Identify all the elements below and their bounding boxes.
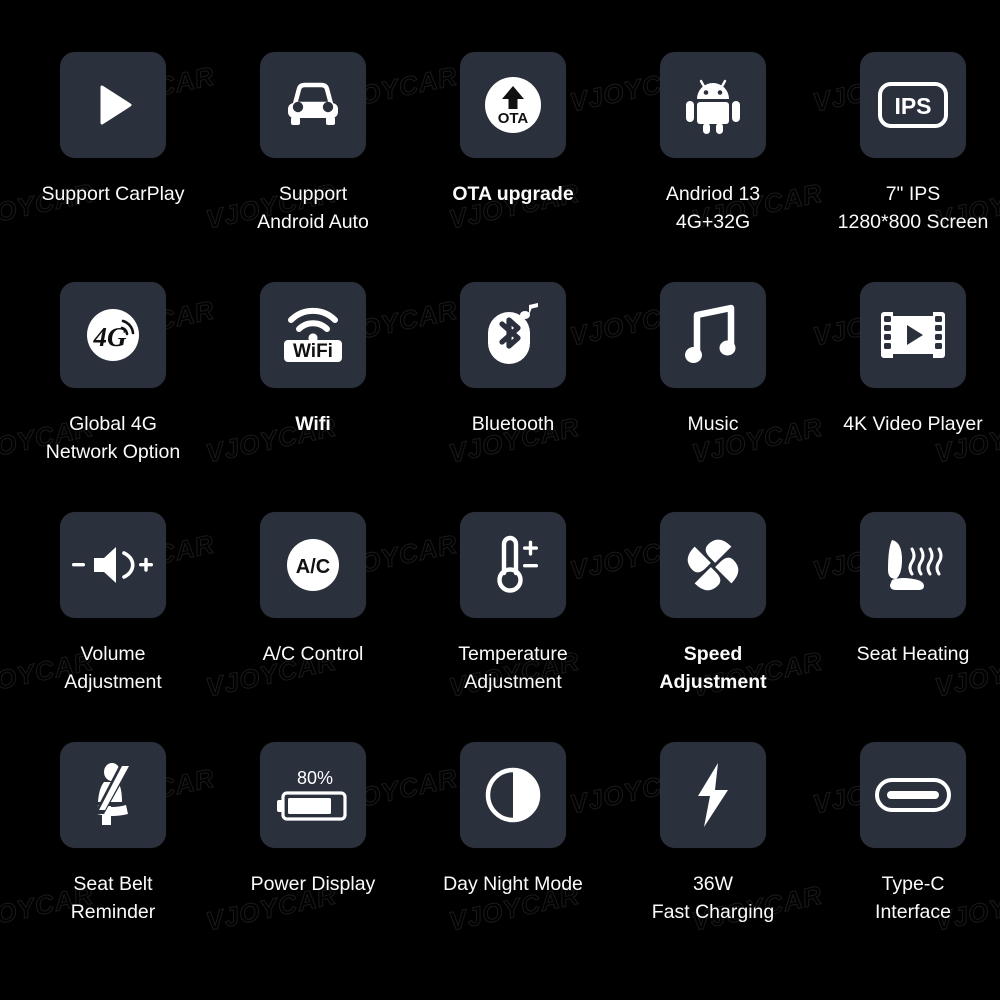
feature-cell-volume-adjustment[interactable]: Volume Adjustment xyxy=(13,512,213,742)
thermometer-plus-minus-icon xyxy=(481,533,545,597)
feature-cell-speed-adjustment[interactable]: Speed Adjustment xyxy=(613,512,813,742)
ac-control-circle-icon: A/C xyxy=(282,534,344,596)
feature-icon-tile xyxy=(460,282,566,388)
feature-label: Temperature Adjustment xyxy=(458,643,568,693)
feature-cell-seat-belt-reminder[interactable]: Seat Belt Reminder xyxy=(13,742,213,972)
feature-cell-ota-upgrade[interactable]: OTA OTA upgrade xyxy=(413,52,613,282)
feature-icon-tile xyxy=(860,512,966,618)
feature-label: Speed Adjustment xyxy=(659,643,767,693)
ac-icon-text: A/C xyxy=(296,556,330,578)
feature-cell-power-display[interactable]: 80% Power Display xyxy=(213,742,413,972)
feature-icon-tile xyxy=(460,742,566,848)
volume-speaker-plus-minus-icon xyxy=(70,541,156,589)
feature-label: Power Display xyxy=(250,873,376,895)
feature-label: OTA upgrade xyxy=(452,183,574,205)
bluetooth-music-icon xyxy=(482,302,544,368)
wifi-icon-text: WiFi xyxy=(293,341,333,362)
feature-cell-music[interactable]: Music xyxy=(613,282,813,512)
feature-label: 7" IPS 1280*800 Screen xyxy=(837,183,989,233)
day-night-contrast-icon xyxy=(484,766,542,824)
seat-belt-reminder-icon xyxy=(82,762,144,828)
feature-cell-temperature-adjustment[interactable]: Temperature Adjustment xyxy=(413,512,613,742)
feature-cell-bluetooth[interactable]: Bluetooth xyxy=(413,282,613,512)
feature-label: Andriod 13 4G+32G xyxy=(665,183,761,233)
feature-label: Seat Belt Reminder xyxy=(70,873,156,923)
feature-cell-android-13[interactable]: Andriod 13 4G+32G xyxy=(613,52,813,282)
four-g-signal-circle-icon: 4G xyxy=(82,304,144,366)
android-robot-icon xyxy=(682,74,744,136)
feature-icon-tile: 4G xyxy=(60,282,166,388)
ota-icon-text: OTA xyxy=(498,110,529,127)
feature-label: A/C Control xyxy=(262,643,364,665)
feature-label: Seat Heating xyxy=(856,643,970,665)
feature-label: Day Night Mode xyxy=(443,873,583,895)
feature-cell-seat-heating[interactable]: Seat Heating xyxy=(813,512,1000,742)
feature-icon-tile xyxy=(60,52,166,158)
feature-icon-tile xyxy=(260,52,366,158)
feature-icon-tile: 80% xyxy=(260,742,366,848)
feature-cell-fast-charging[interactable]: 36W Fast Charging xyxy=(613,742,813,972)
feature-cell-ips-screen[interactable]: IPS 7" IPS 1280*800 Screen xyxy=(813,52,1000,282)
lightning-bolt-icon xyxy=(690,762,736,828)
wifi-signal-icon: WiFi xyxy=(277,304,349,366)
feature-label: Support Android Auto xyxy=(257,183,369,233)
feature-label: Bluetooth xyxy=(471,413,555,435)
feature-cell-wifi[interactable]: WiFi Wifi xyxy=(213,282,413,512)
feature-icon-tile xyxy=(60,512,166,618)
feature-icon-tile xyxy=(460,512,566,618)
feature-icon-tile: OTA xyxy=(460,52,566,158)
feature-icon-tile xyxy=(660,282,766,388)
music-note-icon xyxy=(685,303,741,367)
feature-label: Volume Adjustment xyxy=(64,643,162,693)
usb-type-c-port-icon xyxy=(875,778,951,812)
feature-icon-tile xyxy=(660,52,766,158)
ota-upload-circle-icon: OTA xyxy=(481,73,545,137)
feature-icon-tile: IPS xyxy=(860,52,966,158)
car-front-icon xyxy=(281,80,345,130)
feature-icon-tile xyxy=(660,512,766,618)
feature-cell-ac-control[interactable]: A/C A/C Control xyxy=(213,512,413,742)
feature-grid: Support CarPlay Support Android Auto OTA… xyxy=(0,0,1000,1000)
feature-icon-tile xyxy=(60,742,166,848)
feature-cell-support-android-auto[interactable]: Support Android Auto xyxy=(213,52,413,282)
four-g-icon-text: 4G xyxy=(93,322,128,352)
feature-label: Wifi xyxy=(295,413,331,435)
play-triangle-icon xyxy=(85,77,141,133)
feature-label: Global 4G Network Option xyxy=(45,413,181,463)
feature-label: Music xyxy=(687,413,739,435)
feature-icon-tile xyxy=(660,742,766,848)
feature-cell-type-c-interface[interactable]: Type-C Interface xyxy=(813,742,1000,972)
feature-cell-day-night-mode[interactable]: Day Night Mode xyxy=(413,742,613,972)
seat-heating-icon xyxy=(880,534,946,596)
film-play-icon xyxy=(879,310,947,360)
feature-icon-tile xyxy=(860,282,966,388)
ips-icon-text: IPS xyxy=(894,93,931,119)
feature-cell-global-4g[interactable]: 4G Global 4G Network Option xyxy=(13,282,213,512)
ips-badge-icon: IPS xyxy=(877,81,949,129)
feature-icon-tile: A/C xyxy=(260,512,366,618)
feature-cell-4k-video-player[interactable]: 4K Video Player xyxy=(813,282,1000,512)
battery-level-icon: 80% xyxy=(273,764,353,826)
feature-label: Type-C Interface xyxy=(875,873,951,923)
feature-label: 4K Video Player xyxy=(843,413,983,435)
feature-label: Support CarPlay xyxy=(41,183,185,205)
battery-percent-text: 80% xyxy=(297,768,333,788)
fan-blades-icon xyxy=(682,534,744,596)
feature-cell-support-carplay[interactable]: Support CarPlay xyxy=(13,52,213,282)
feature-label: 36W Fast Charging xyxy=(651,873,775,923)
feature-icon-tile: WiFi xyxy=(260,282,366,388)
feature-icon-tile xyxy=(860,742,966,848)
